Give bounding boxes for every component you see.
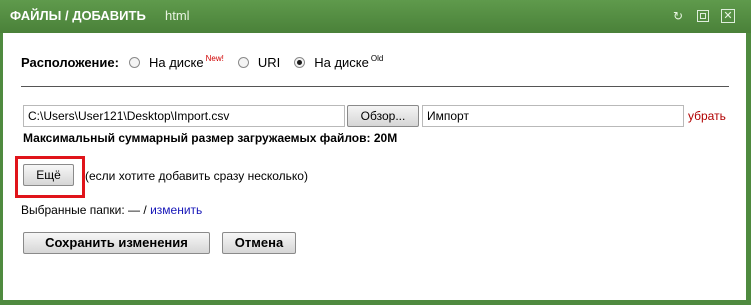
save-button[interactable]: Сохранить изменения xyxy=(23,232,210,254)
folders-label: Выбранные папки: xyxy=(21,203,125,217)
location-row: Расположение: На диске New! URI На диске… xyxy=(21,54,397,70)
location-option-uri[interactable]: URI xyxy=(237,55,281,70)
divider xyxy=(21,86,729,87)
max-size-text: Максимальный суммарный размер загружаемы… xyxy=(23,131,398,145)
file-path-input[interactable]: C:\Users\User121\Desktop\Import.csv xyxy=(23,105,345,127)
location-label: Расположение: xyxy=(21,55,119,70)
close-icon[interactable]: ✕ xyxy=(721,9,735,23)
radio-disk-new-label: На диске xyxy=(148,55,204,70)
browse-button[interactable]: Обзор... xyxy=(347,105,419,127)
more-button[interactable]: Ещё xyxy=(23,164,74,186)
refresh-icon[interactable]: ↻ xyxy=(671,9,685,23)
radio-disk-new[interactable] xyxy=(128,57,140,68)
dialog-content: Расположение: На диске New! URI На диске… xyxy=(3,33,746,300)
change-folders-link[interactable]: изменить xyxy=(150,203,202,217)
radio-disk-old-label: На диске xyxy=(314,55,369,70)
old-badge: Old xyxy=(370,54,384,63)
radio-uri[interactable] xyxy=(237,57,249,68)
location-option-disk-old[interactable]: На диске Old xyxy=(294,54,384,70)
cancel-button[interactable]: Отмена xyxy=(222,232,296,254)
file-name-input[interactable]: Импорт xyxy=(422,105,684,127)
new-badge: New! xyxy=(205,54,224,63)
radio-uri-label: URI xyxy=(257,55,281,70)
restore-icon[interactable] xyxy=(697,10,709,22)
location-option-disk-new[interactable]: На диске New! xyxy=(128,54,224,70)
folders-separator: / xyxy=(143,203,147,217)
dialog-subtitle: html xyxy=(165,8,190,23)
dialog-window: ФАЙЛЫ / ДОБАВИТЬ html ↻ ✕ Расположение: … xyxy=(0,0,751,305)
radio-disk-old[interactable] xyxy=(294,57,306,68)
more-hint: (если хотите добавить сразу несколько) xyxy=(85,169,308,183)
folders-value: — xyxy=(128,203,141,217)
title-bar: ФАЙЛЫ / ДОБАВИТЬ html ↻ ✕ xyxy=(0,0,751,33)
remove-link[interactable]: убрать xyxy=(688,109,726,123)
selected-folders: Выбранные папки: — / изменить xyxy=(21,203,202,217)
dialog-title: ФАЙЛЫ / ДОБАВИТЬ xyxy=(10,8,146,23)
